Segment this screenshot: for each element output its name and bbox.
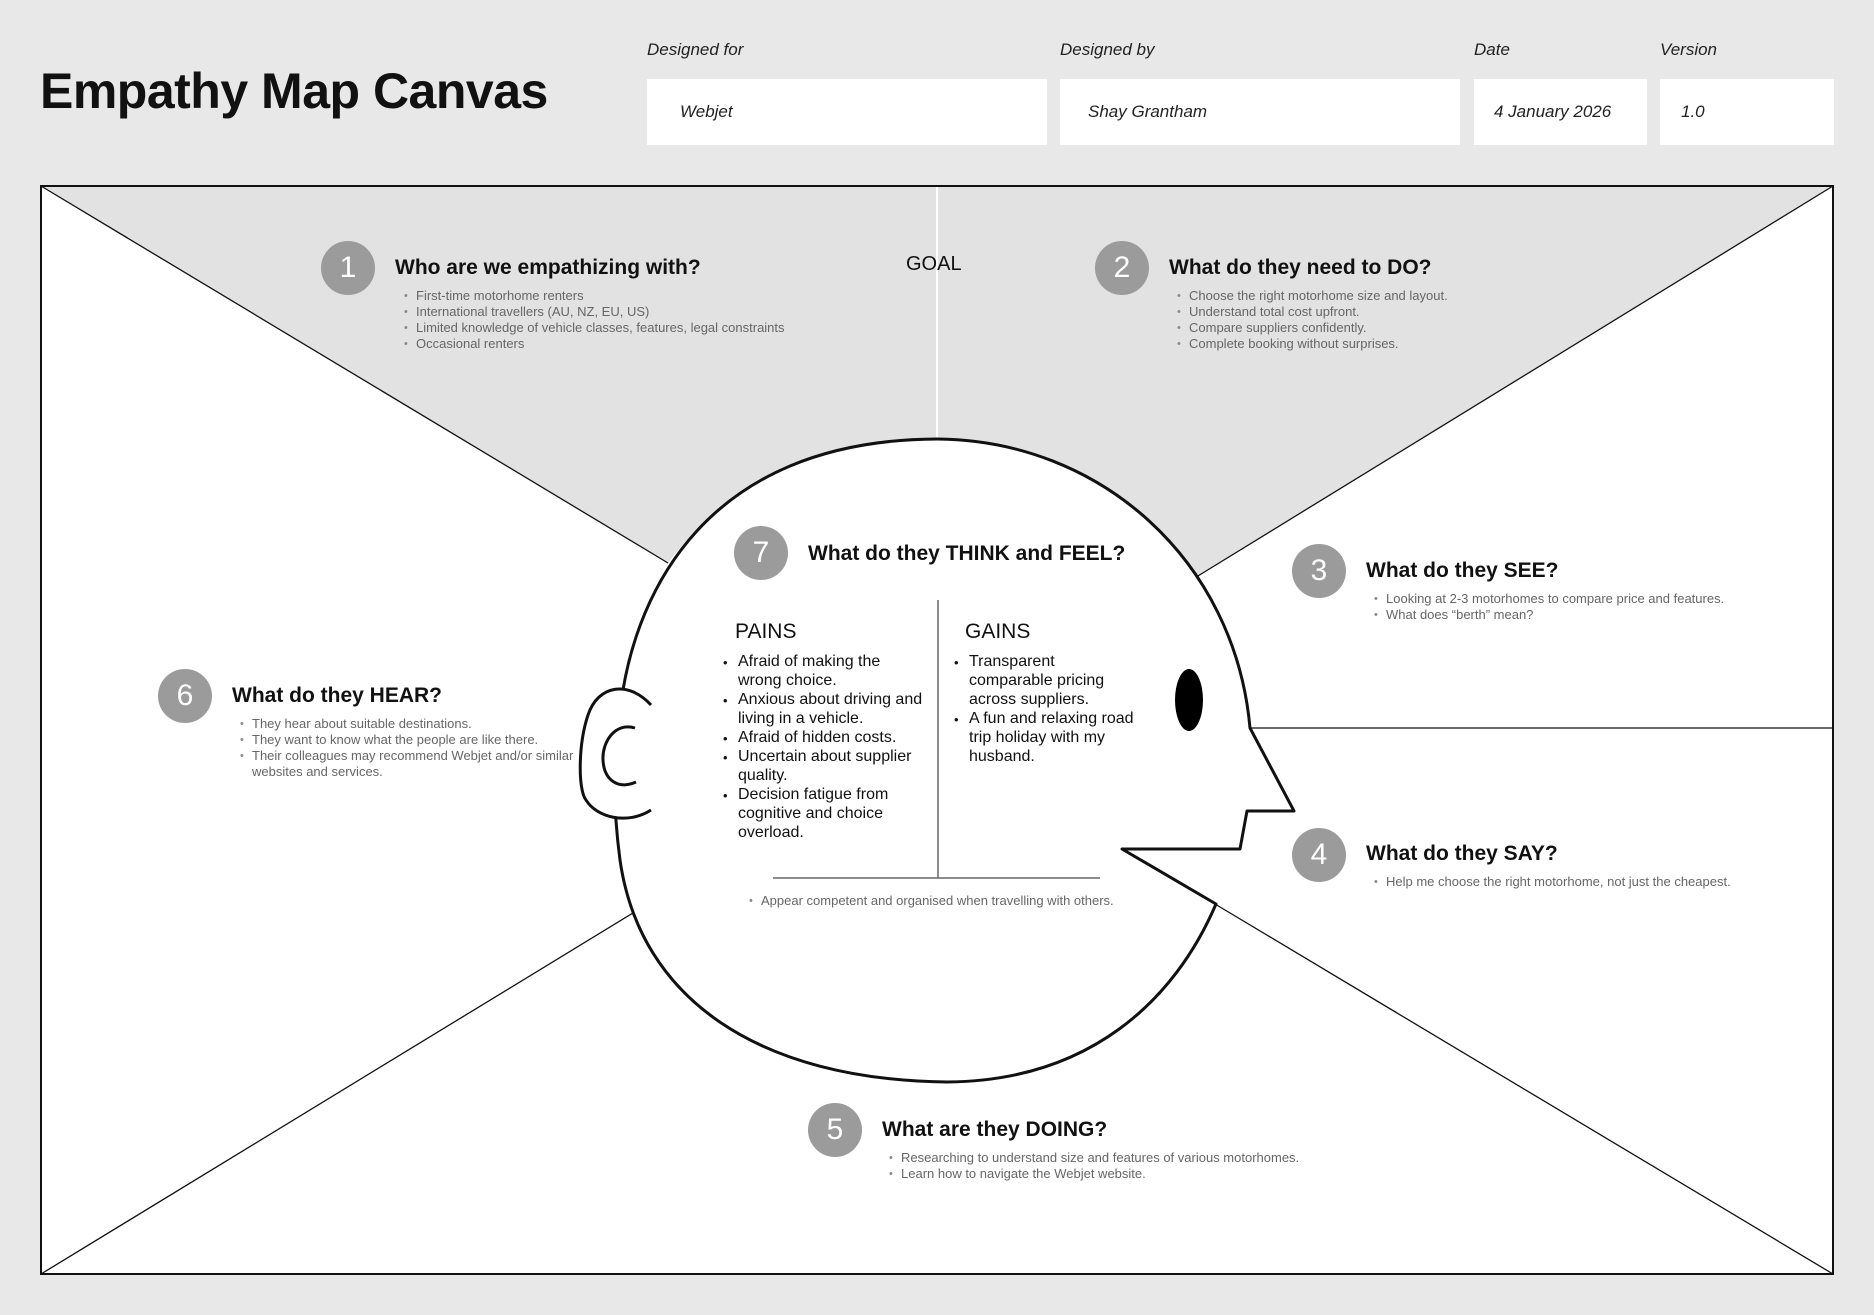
do-heading: What do they need to DO?: [1169, 256, 1432, 279]
list-item: Their colleagues may recommend Webjet an…: [240, 748, 585, 780]
list-item: Choose the right motorhome size and layo…: [1177, 288, 1577, 304]
list-item: First-time motorhome renters: [404, 288, 824, 304]
list-item: Complete booking without surprises.: [1177, 336, 1577, 352]
list-item: Afraid of hidden costs.: [723, 728, 928, 748]
list-item: Help me choose the right motorhome, not …: [1374, 874, 1814, 890]
hear-heading: What do they HEAR?: [232, 684, 442, 707]
section-5-badge: 5: [808, 1103, 862, 1157]
list-item: Researching to understand size and featu…: [889, 1150, 1349, 1166]
list-item: Understand total cost upfront.: [1177, 304, 1577, 320]
list-item: Appear competent and organised when trav…: [749, 893, 1149, 909]
list-item: Decision fatigue from cognitive and choi…: [723, 785, 928, 842]
list-item: Uncertain about supplier quality.: [723, 747, 928, 785]
list-item: They hear about suitable destinations.: [240, 716, 585, 732]
list-item: Compare suppliers confidently.: [1177, 320, 1577, 336]
see-list: Looking at 2-3 motorhomes to compare pri…: [1374, 591, 1814, 623]
doing-heading: What are they DOING?: [882, 1118, 1108, 1141]
section-1-badge: 1: [321, 241, 375, 295]
list-item: Transparent comparable pricing across su…: [954, 652, 1134, 709]
eye: [1175, 669, 1203, 731]
doing-list: Researching to understand size and featu…: [889, 1150, 1349, 1182]
list-item: They want to know what the people are li…: [240, 732, 585, 748]
think-heading: What do they THINK and FEEL?: [808, 542, 1126, 565]
list-item: A fun and relaxing road trip holiday wit…: [954, 709, 1134, 766]
gains-heading: GAINS: [965, 620, 1031, 643]
hear-list: They hear about suitable destinations. T…: [240, 716, 585, 780]
list-item: Afraid of making the wrong choice.: [723, 652, 928, 690]
list-item: Learn how to navigate the Webjet website…: [889, 1166, 1349, 1182]
list-item: Anxious about driving and living in a ve…: [723, 690, 928, 728]
pains-list: Afraid of making the wrong choice. Anxio…: [723, 652, 928, 842]
who-heading: Who are we empathizing with?: [395, 256, 701, 279]
list-item: International travellers (AU, NZ, EU, US…: [404, 304, 824, 320]
list-item: Looking at 2-3 motorhomes to compare pri…: [1374, 591, 1814, 607]
list-item: What does “berth” mean?: [1374, 607, 1814, 623]
say-heading: What do they SAY?: [1366, 842, 1558, 865]
think-footer-list: Appear competent and organised when trav…: [749, 893, 1149, 909]
section-6-badge: 6: [158, 669, 212, 723]
gains-list: Transparent comparable pricing across su…: [954, 652, 1134, 766]
who-list: First-time motorhome renters Internation…: [404, 288, 824, 352]
goal-label: GOAL: [906, 253, 962, 275]
section-7-badge: 7: [734, 526, 788, 580]
do-list: Choose the right motorhome size and layo…: [1177, 288, 1577, 352]
section-4-badge: 4: [1292, 828, 1346, 882]
section-3-badge: 3: [1292, 544, 1346, 598]
section-2-badge: 2: [1095, 241, 1149, 295]
pains-heading: PAINS: [735, 620, 797, 643]
list-item: Occasional renters: [404, 336, 824, 352]
say-list: Help me choose the right motorhome, not …: [1374, 874, 1814, 890]
see-heading: What do they SEE?: [1366, 559, 1559, 582]
ear-outer: [578, 687, 653, 820]
list-item: Limited knowledge of vehicle classes, fe…: [404, 320, 824, 336]
